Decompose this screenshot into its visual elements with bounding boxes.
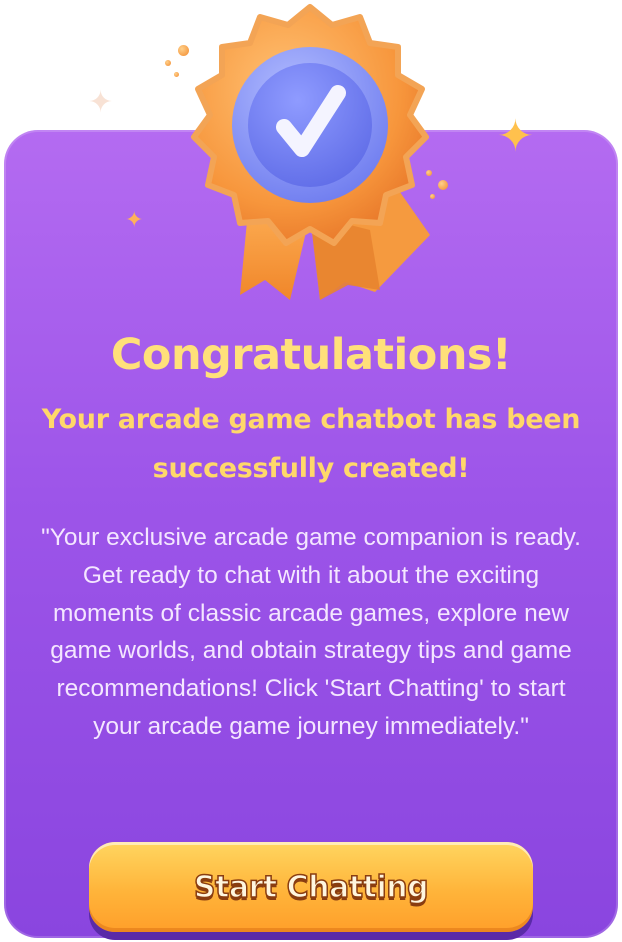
- congratulations-title: Congratulations!: [110, 330, 512, 380]
- sparkle-icon: ✦: [497, 111, 534, 162]
- start-chatting-button[interactable]: Start Chatting: [89, 842, 533, 932]
- description-text: "Your exclusive arcade game companion is…: [41, 524, 581, 740]
- start-chatting-label: Start Chatting: [193, 869, 429, 906]
- success-subtitle: Your arcade game chatbot has been succes…: [41, 404, 581, 484]
- sparkle-icon: ✦: [88, 85, 114, 120]
- check-medal-icon: [170, 0, 440, 310]
- sparkle-icon: ✦: [125, 208, 144, 233]
